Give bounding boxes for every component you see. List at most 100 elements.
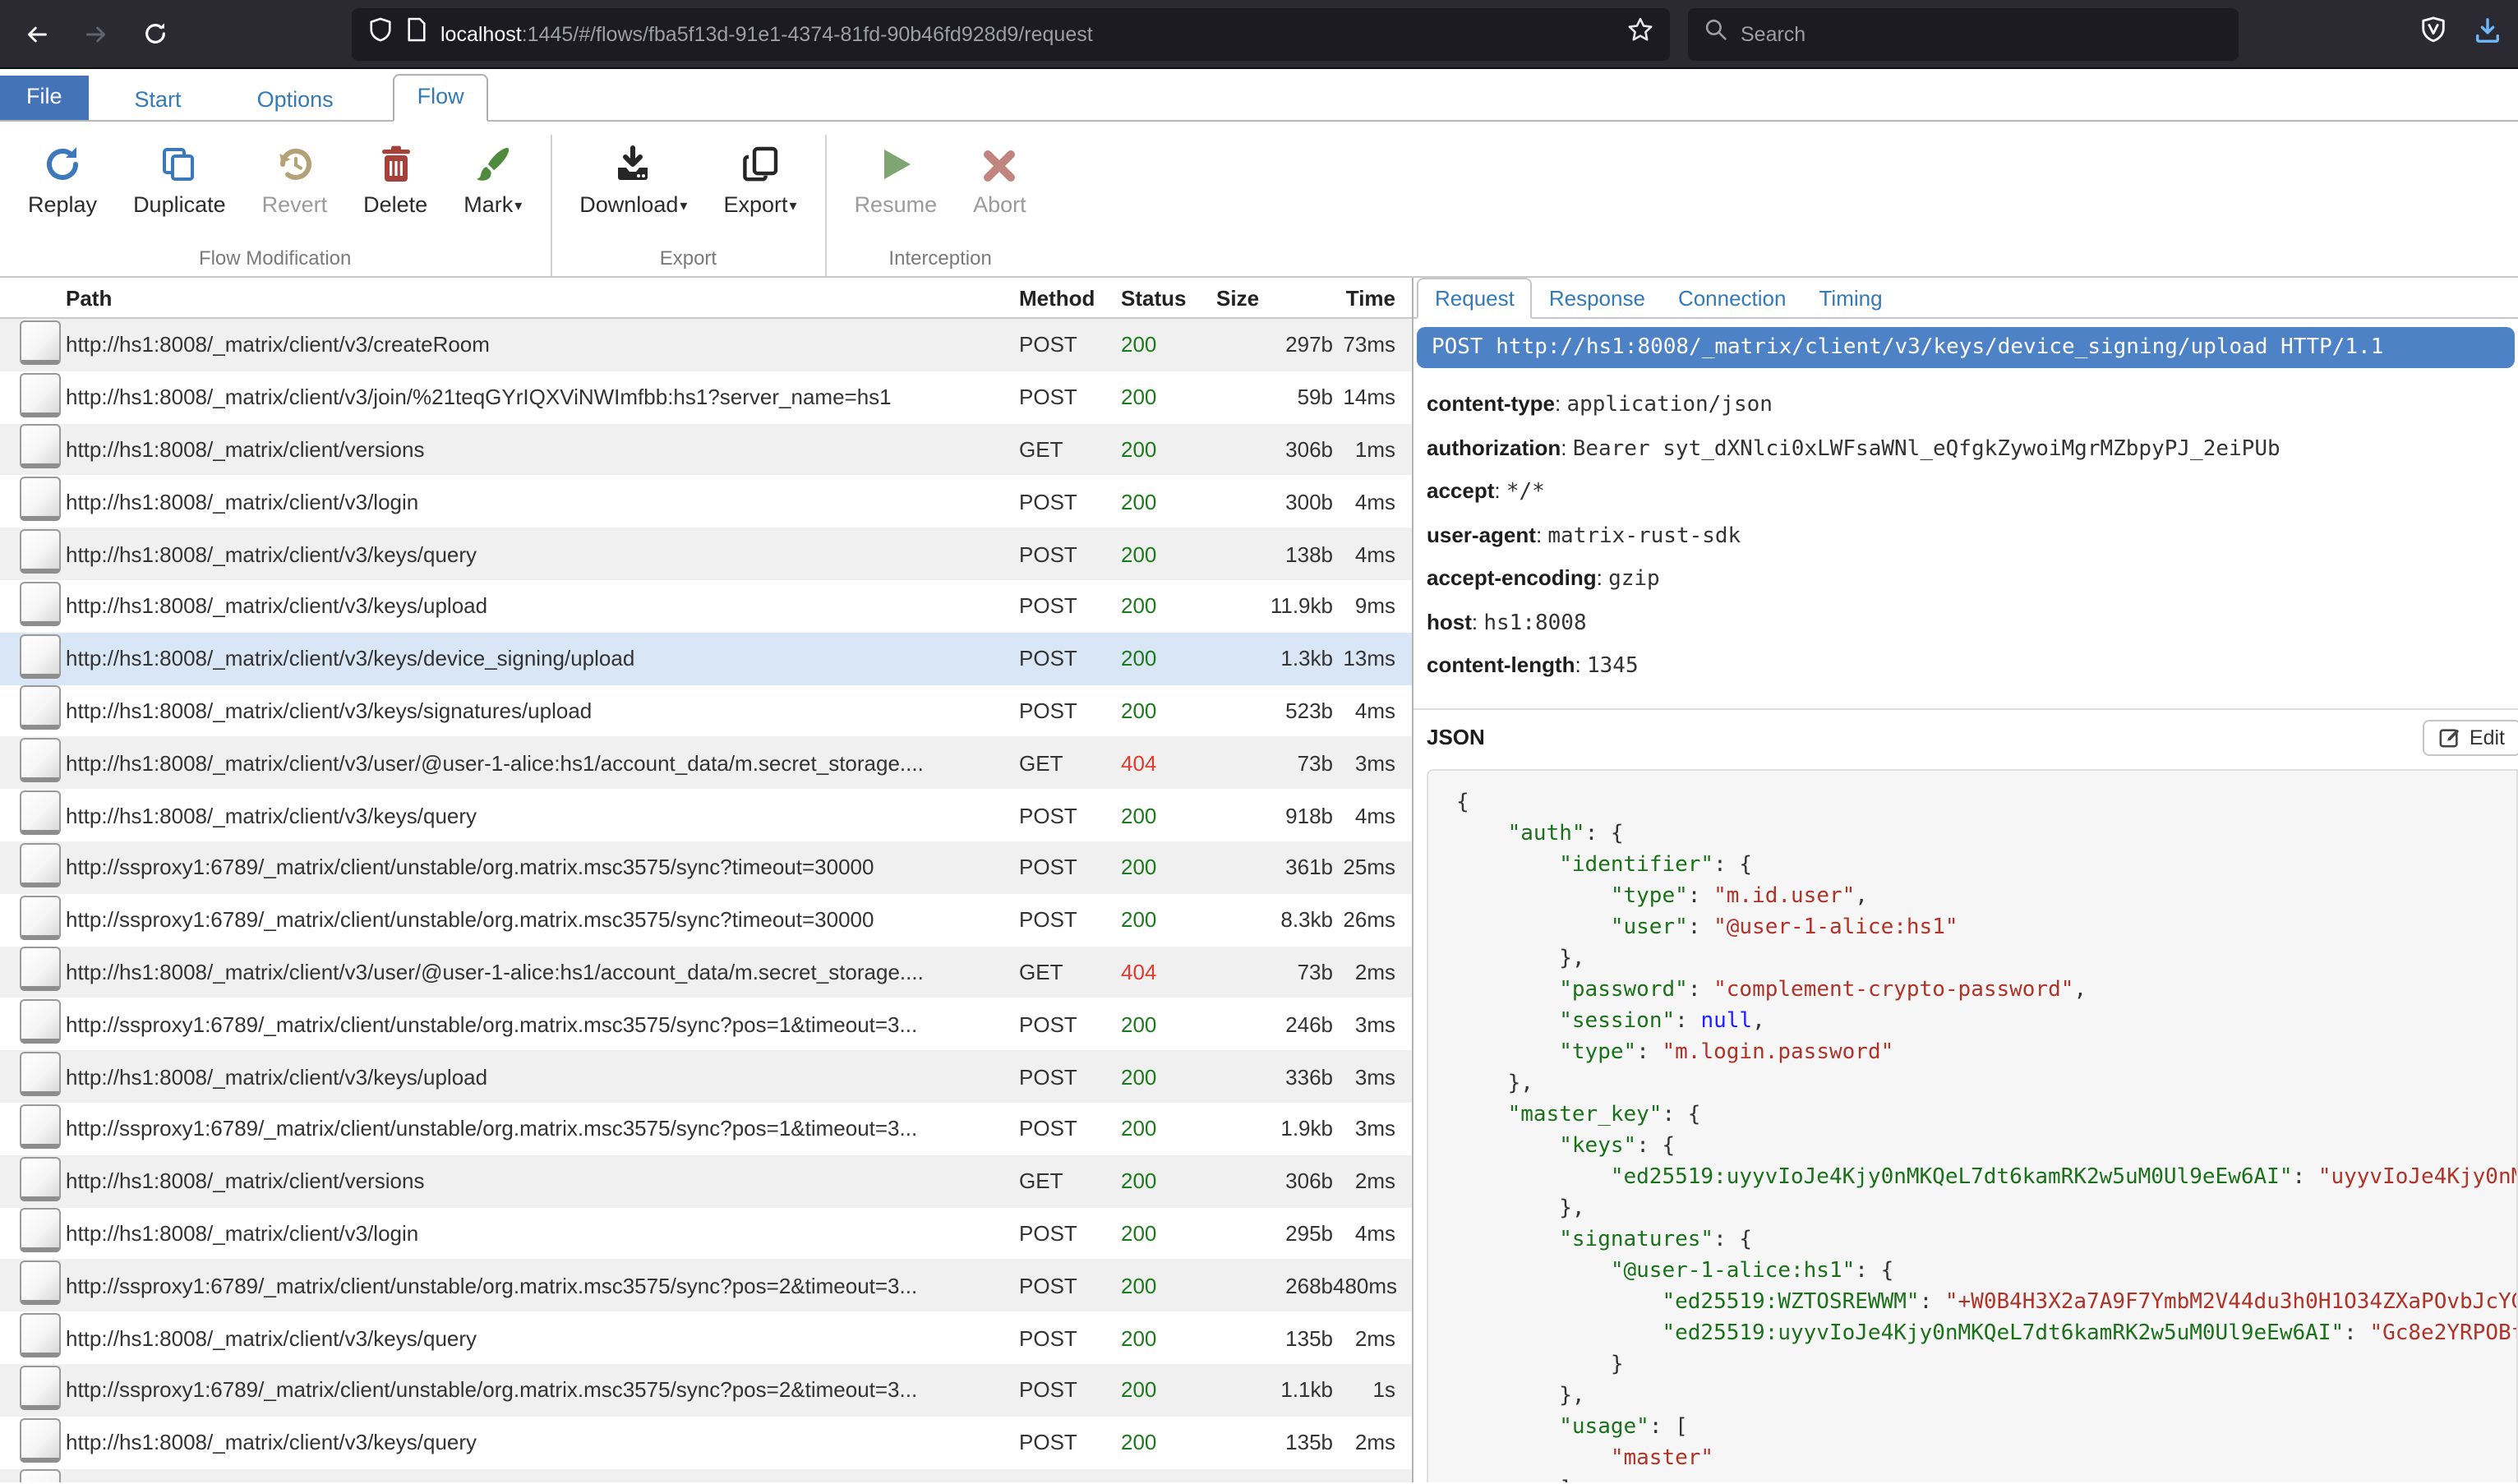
search-placeholder: Search <box>1741 22 1805 45</box>
page-info-icon[interactable] <box>406 16 427 51</box>
json-body-viewer[interactable]: { "auth": { "identifier": { "type": "m.i… <box>1427 768 2518 1482</box>
flow-row[interactable] <box>0 1468 1412 1482</box>
flow-row[interactable]: http://hs1:8008/_matrix/client/v3/join/%… <box>0 371 1412 424</box>
menu-tab-file[interactable]: File <box>0 76 89 120</box>
flow-row[interactable]: http://hs1:8008/_matrix/client/v3/keys/q… <box>0 789 1412 841</box>
flow-row[interactable]: http://hs1:8008/_matrix/client/v3/keys/u… <box>0 580 1412 633</box>
flow-path: http://hs1:8008/_matrix/client/v3/keys/s… <box>66 698 1019 723</box>
flow-row[interactable]: http://hs1:8008/_matrix/client/v3/loginP… <box>0 476 1412 528</box>
replay-button[interactable]: Replay <box>10 135 115 224</box>
header-value: 1345 <box>1587 654 1639 679</box>
resume-button[interactable]: Resume <box>837 135 956 224</box>
tab-request[interactable]: Request <box>1417 278 1533 319</box>
download-button[interactable]: Download <box>561 135 705 224</box>
flow-row[interactable]: http://hs1:8008/_matrix/client/v3/loginP… <box>0 1207 1412 1260</box>
delete-button[interactable]: Delete <box>345 135 445 224</box>
flow-row[interactable]: http://hs1:8008/_matrix/client/v3/keys/d… <box>0 633 1412 685</box>
menu-tab-start[interactable]: Start <box>112 79 205 120</box>
flow-method: POST <box>1019 542 1121 566</box>
header-line[interactable]: host: hs1:8008 <box>1427 601 2518 644</box>
flow-size: 73b <box>1206 960 1333 984</box>
json-line: "identifier": { <box>1456 849 2516 880</box>
flow-status: 200 <box>1121 594 1206 619</box>
flow-row[interactable]: http://ssproxy1:6789/_matrix/client/unst… <box>0 841 1412 894</box>
col-size[interactable]: Size <box>1206 285 1333 310</box>
flow-status: 200 <box>1121 1012 1206 1037</box>
url-bar[interactable]: localhost:1445/#/flows/fba5f13d-91e1-437… <box>352 7 1670 60</box>
header-line[interactable]: accept: */* <box>1427 470 2518 514</box>
header-line[interactable]: content-length: 1345 <box>1427 644 2518 688</box>
flow-row[interactable]: http://ssproxy1:6789/_matrix/client/unst… <box>0 1260 1412 1312</box>
flow-row[interactable]: http://hs1:8008/_matrix/client/v3/keys/s… <box>0 684 1412 737</box>
revert-button[interactable]: Revert <box>244 135 346 224</box>
group-caption: Interception <box>837 247 1045 276</box>
flow-time: 3ms <box>1333 1117 1412 1141</box>
flow-row[interactable]: http://hs1:8008/_matrix/client/versionsG… <box>0 423 1412 476</box>
search-bar[interactable]: Search <box>1688 7 2239 60</box>
header-line[interactable]: authorization: Bearer syt_dXNlci0xLWFsaW… <box>1427 426 2518 470</box>
url-text[interactable]: localhost:1445/#/flows/fba5f13d-91e1-437… <box>440 22 1614 45</box>
flow-status: 200 <box>1121 490 1206 514</box>
flow-method: POST <box>1019 803 1121 827</box>
export-button[interactable]: Export <box>705 135 814 224</box>
col-status[interactable]: Status <box>1121 285 1206 310</box>
flow-method: POST <box>1019 594 1121 619</box>
flow-path: http://hs1:8008/_matrix/client/v3/keys/u… <box>66 594 1019 619</box>
json-line: "ed25519:uyyvIoJe4Kjy0nMKQeL7dt6kamRK2w5… <box>1456 1161 2516 1192</box>
flow-row[interactable]: http://ssproxy1:6789/_matrix/client/unst… <box>0 1364 1412 1417</box>
flow-row[interactable]: http://hs1:8008/_matrix/client/v3/create… <box>0 319 1412 371</box>
flow-path: http://hs1:8008/_matrix/client/v3/login <box>66 1221 1019 1246</box>
tab-timing[interactable]: Timing <box>1803 279 1899 317</box>
json-line: }, <box>1456 1192 2516 1224</box>
header-line[interactable]: accept-encoding: gzip <box>1427 557 2518 601</box>
bookmark-star-icon[interactable] <box>1627 16 1653 51</box>
flow-row[interactable]: http://hs1:8008/_matrix/client/versionsG… <box>0 1155 1412 1208</box>
flow-row[interactable]: http://hs1:8008/_matrix/client/v3/keys/q… <box>0 1416 1412 1468</box>
flow-size: 59b <box>1206 385 1333 409</box>
flow-row[interactable]: http://hs1:8008/_matrix/client/v3/keys/q… <box>0 1311 1412 1364</box>
flow-row[interactable]: http://ssproxy1:6789/_matrix/client/unst… <box>0 998 1412 1051</box>
flow-time: 3ms <box>1333 1064 1412 1089</box>
col-path[interactable]: Path <box>66 285 1019 310</box>
flow-size: 11.9kb <box>1206 594 1333 619</box>
col-method[interactable]: Method <box>1019 285 1121 310</box>
flow-row[interactable]: http://ssproxy1:6789/_matrix/client/unst… <box>0 1103 1412 1155</box>
reload-button[interactable] <box>141 21 168 47</box>
flow-row[interactable]: http://ssproxy1:6789/_matrix/client/unst… <box>0 894 1412 947</box>
abort-button[interactable]: Abort <box>955 135 1045 224</box>
url-path: :1445/#/flows/fba5f13d-91e1-4374-81fd-90… <box>522 22 1093 45</box>
menu-tab-options[interactable]: Options <box>234 79 357 120</box>
col-time[interactable]: Time <box>1333 285 1412 310</box>
menu-tab-flow[interactable]: Flow <box>393 74 489 122</box>
forward-button[interactable] <box>82 21 108 47</box>
flow-row[interactable]: http://hs1:8008/_matrix/client/v3/keys/q… <box>0 528 1412 580</box>
flow-time: 4ms <box>1333 803 1412 827</box>
header-name: content-type <box>1427 391 1555 416</box>
search-icon <box>1704 18 1727 49</box>
header-line[interactable]: user-agent: matrix-rust-sdk <box>1427 514 2518 557</box>
request-line[interactable]: POST http://hs1:8008/_matrix/client/v3/k… <box>1417 327 2515 368</box>
back-button[interactable] <box>23 21 49 47</box>
shield-icon[interactable] <box>368 16 393 51</box>
account-shield-icon[interactable] <box>2419 15 2447 53</box>
header-value: application/json <box>1566 393 1772 417</box>
flow-method: GET <box>1019 1168 1121 1193</box>
edit-button[interactable]: Edit <box>2423 719 2518 755</box>
flow-time: 480ms <box>1333 1273 1412 1297</box>
flow-row[interactable]: http://hs1:8008/_matrix/client/v3/user/@… <box>0 946 1412 998</box>
header-line[interactable]: content-type: application/json <box>1427 383 2518 426</box>
flow-size: 138b <box>1206 542 1333 566</box>
flow-type-icon <box>20 477 61 522</box>
downloads-icon[interactable] <box>2474 16 2502 52</box>
mark-button[interactable]: Mark <box>445 135 540 224</box>
tab-connection[interactable]: Connection <box>1662 279 1803 317</box>
flow-time: 9ms <box>1333 594 1412 619</box>
flow-row[interactable]: http://hs1:8008/_matrix/client/v3/keys/u… <box>0 1050 1412 1103</box>
tab-response[interactable]: Response <box>1533 279 1662 317</box>
json-line: }, <box>1456 942 2516 974</box>
flow-method: POST <box>1019 855 1121 880</box>
flow-size: 1.3kb <box>1206 646 1333 671</box>
flow-size: 8.3kb <box>1206 907 1333 932</box>
flow-row[interactable]: http://hs1:8008/_matrix/client/v3/user/@… <box>0 737 1412 790</box>
duplicate-button[interactable]: Duplicate <box>115 135 244 224</box>
